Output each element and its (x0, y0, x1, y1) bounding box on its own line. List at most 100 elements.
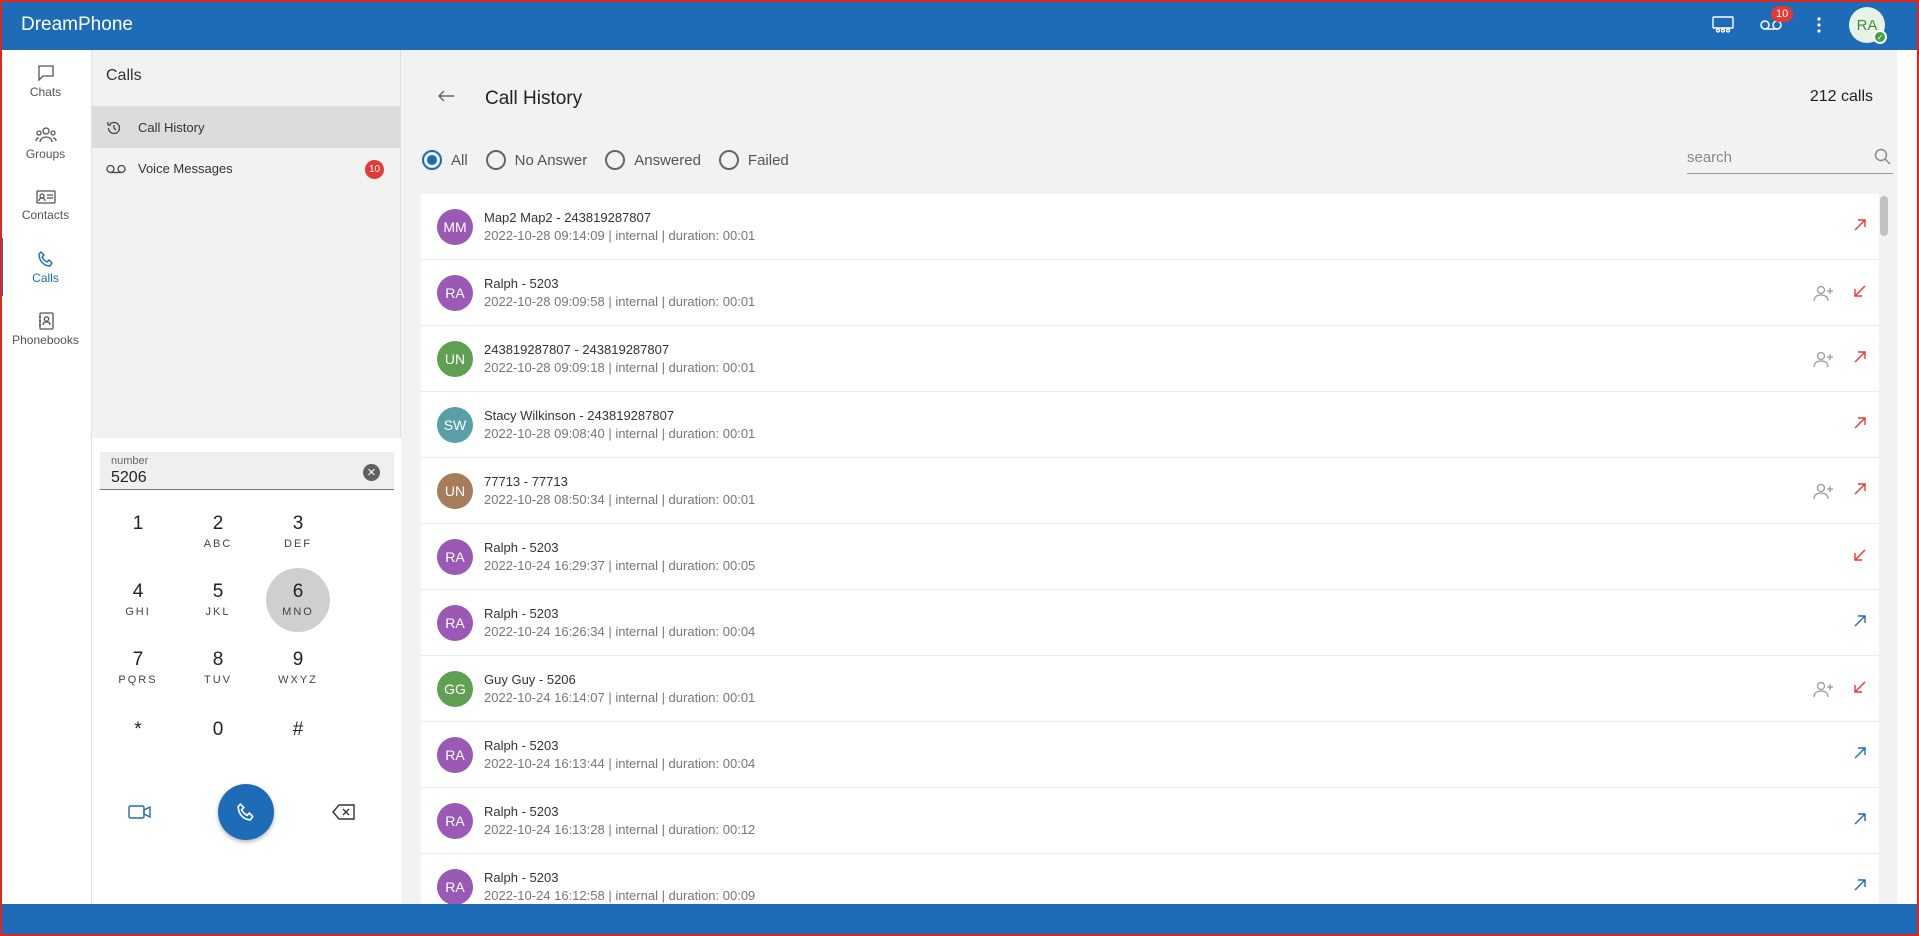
user-menu-button[interactable]: RA ✓ (1843, 0, 1891, 50)
call-row[interactable]: UN 243819287807 - 243819287807 2022-10-28 … (421, 326, 1885, 392)
call-name: 243819287807 - 243819287807 (484, 342, 670, 357)
voicemail-button[interactable]: 10 (1747, 0, 1795, 50)
call-name: Ralph - 5203 (484, 804, 559, 819)
key-6[interactable]: 6 MNO (266, 568, 330, 632)
clear-number-button[interactable]: ✕ (363, 464, 380, 481)
nav-item-calls[interactable]: Calls (0, 236, 91, 298)
key-hash[interactable]: # (266, 706, 330, 770)
contact-avatar: GG (437, 671, 473, 707)
top-actions: 10 RA ✓ (1699, 0, 1891, 50)
filter-all[interactable]: All (422, 150, 468, 170)
key-4[interactable]: 4 GHI (106, 568, 170, 632)
call-row[interactable]: RA Ralph - 5203 2022-10-24 16:29:37 | inte… (421, 524, 1885, 590)
nav-item-phonebooks[interactable]: Phonebooks (0, 298, 91, 360)
filter-label: Failed (747, 151, 789, 169)
voicemail-icon (106, 164, 126, 173)
call-history-item[interactable]: Call History (92, 107, 400, 148)
key-0[interactable]: 0 (186, 706, 250, 770)
call-button[interactable] (218, 784, 274, 840)
conference-button[interactable] (1699, 0, 1747, 50)
phonebook-icon (38, 311, 54, 330)
key-8[interactable]: 8 TUV (186, 636, 250, 700)
call-details: 2022-10-28 09:14:09 | internal | duratio… (484, 228, 756, 243)
outgoing-call-icon (1853, 614, 1867, 633)
call-row[interactable]: MM Map2 Map2 - 243819287807 2022-10-28 09:… (421, 194, 1885, 260)
more-menu-button[interactable] (1795, 0, 1843, 50)
call-row[interactable]: RA Ralph - 5203 2022-10-24 16:13:44 | inte… (421, 722, 1885, 788)
search-input[interactable]: search (1687, 142, 1893, 174)
add-contact-button[interactable] (1813, 284, 1835, 307)
contact-avatar: UN (437, 473, 473, 509)
key-3[interactable]: 3 DEF (266, 500, 330, 564)
voice-messages-item[interactable]: Voice Messages 10 (92, 148, 400, 189)
groups-icon (34, 126, 57, 142)
number-field[interactable]: number 5206 ✕ (100, 452, 394, 490)
video-call-button[interactable] (124, 796, 156, 828)
filter-answered[interactable]: Answered (605, 150, 701, 170)
key-9[interactable]: 9 WXYZ (266, 636, 330, 700)
back-arrow-icon (438, 90, 454, 102)
nav-item-label: Chats (29, 84, 62, 99)
incoming-call-icon (1853, 548, 1867, 567)
key-5[interactable]: 5 JKL (186, 568, 250, 632)
radio-unchecked-icon[interactable] (485, 150, 506, 170)
backspace-button[interactable] (328, 796, 360, 828)
outgoing-call-icon (1853, 350, 1867, 369)
voice-messages-badge: 10 (365, 160, 384, 179)
add-contact-button[interactable] (1813, 350, 1835, 373)
phone-icon (237, 803, 254, 821)
scrollbar[interactable] (1879, 194, 1889, 904)
filter-failed[interactable]: Failed (718, 150, 789, 170)
key-star[interactable]: * (106, 706, 170, 770)
outgoing-call-icon (1853, 812, 1867, 831)
key-letters: PQRS (118, 674, 158, 686)
key-digit: 2 (212, 513, 224, 534)
radio-checked-icon[interactable] (422, 150, 442, 170)
nav-item-contacts[interactable]: Contacts (0, 174, 91, 236)
filter-label: No Answer (514, 151, 588, 169)
call-details: 2022-10-24 16:26:34 | internal | duratio… (484, 624, 756, 639)
contact-avatar: SW (437, 407, 473, 443)
call-row[interactable]: GG Guy Guy - 5206 2022-10-24 16:14:07 | in… (421, 656, 1885, 722)
outgoing-call-icon (1853, 878, 1867, 897)
add-contact-button[interactable] (1813, 482, 1835, 505)
voice-messages-label: Voice Messages (138, 161, 233, 176)
nav-item-chats[interactable]: Chats (0, 50, 91, 112)
key-digit: 3 (292, 513, 304, 534)
call-filters: All No Answer Answered Failed (422, 150, 807, 170)
call-name: Stacy Wilkinson - 243819287807 (484, 408, 675, 423)
call-row[interactable]: RA Ralph - 5203 2022-10-24 16:13:28 | inte… (421, 788, 1885, 854)
filter-no-answer[interactable]: No Answer (485, 150, 588, 170)
contact-avatar: RA (437, 539, 473, 575)
status-online-icon: ✓ (1873, 30, 1887, 44)
call-details: 2022-10-24 16:13:28 | internal | duratio… (484, 822, 756, 837)
key-letters: TUV (204, 674, 232, 686)
filter-label: All (451, 151, 468, 169)
call-details: 2022-10-24 16:13:44 | internal | duratio… (484, 756, 756, 771)
call-row[interactable]: SW Stacy Wilkinson - 243819287807 2022-10-… (421, 392, 1885, 458)
key-letters: WXYZ (278, 674, 318, 686)
key-2[interactable]: 2 ABC (186, 500, 250, 564)
scrollbar-thumb[interactable] (1880, 196, 1888, 236)
search-icon[interactable] (1874, 148, 1891, 165)
key-7[interactable]: 7 PQRS (106, 636, 170, 700)
number-input[interactable]: 5206 (111, 469, 147, 487)
key-1[interactable]: 1 (106, 500, 170, 564)
call-row[interactable]: RA Ralph - 5203 2022-10-24 16:12:58 | inte… (421, 854, 1885, 904)
phone-icon (37, 250, 53, 267)
radio-unchecked-icon[interactable] (718, 150, 739, 170)
incoming-call-icon (1853, 680, 1867, 699)
call-row[interactable]: UN 77713 - 77713 2022-10-28 08:50:34 | int… (421, 458, 1885, 524)
more-vertical-icon (1817, 17, 1821, 33)
call-row[interactable]: RA Ralph - 5203 2022-10-24 16:26:34 | inte… (421, 590, 1885, 656)
call-details: 2022-10-28 08:50:34 | internal | duratio… (484, 492, 756, 507)
chat-icon (37, 64, 54, 82)
contact-avatar: MM (437, 209, 473, 245)
add-contact-button[interactable] (1813, 680, 1835, 703)
radio-unchecked-icon[interactable] (605, 150, 626, 170)
nav-item-groups[interactable]: Groups (0, 112, 91, 174)
back-button[interactable] (437, 89, 455, 108)
call-row[interactable]: RA Ralph - 5203 2022-10-28 09:09:58 | inte… (421, 260, 1885, 326)
key-letters: MNO (282, 606, 314, 618)
call-details: 2022-10-24 16:29:37 | internal | duratio… (484, 558, 756, 573)
